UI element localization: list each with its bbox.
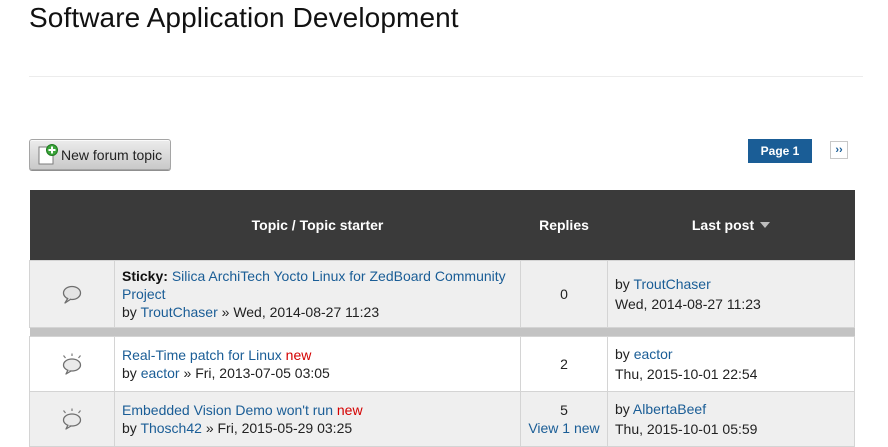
topic-starter-link[interactable]: TroutChaser xyxy=(140,304,217,320)
reply-count: 2 xyxy=(560,356,568,372)
table-row: Real-Time patch for Linux new by eactor … xyxy=(29,336,855,392)
new-forum-topic-button[interactable]: New forum topic xyxy=(29,139,171,170)
topic-date-separator: » xyxy=(183,365,192,381)
topic-created-date: Fri, 2013-07-05 03:05 xyxy=(195,365,330,381)
topic-new-icon xyxy=(62,353,82,375)
table-header-row: Topic / Topic starter Replies Last post xyxy=(29,190,855,261)
header-replies[interactable]: Replies xyxy=(520,190,608,261)
page-title: Software Application Development xyxy=(29,2,459,33)
title-divider xyxy=(29,76,863,77)
topic-starter-prefix: by xyxy=(122,365,137,381)
topic-starter-link[interactable]: eactor xyxy=(141,365,180,381)
header-icon-column xyxy=(29,190,115,261)
sticky-label: Sticky: xyxy=(122,268,168,284)
sticky-separator xyxy=(29,327,855,337)
new-badge: new xyxy=(285,347,312,363)
last-post-prefix: by xyxy=(615,276,630,292)
last-post-date: Thu, 2015-10-01 22:54 xyxy=(615,366,758,382)
table-row: Embedded Vision Demo won't run new by Th… xyxy=(29,391,855,447)
forum-topic-table: Topic / Topic starter Replies Last post … xyxy=(29,190,855,447)
topic-created-date: Fri, 2015-05-29 03:25 xyxy=(217,420,353,436)
topic-title-link[interactable]: Real-Time patch for Linux xyxy=(122,347,282,363)
last-post-user-link[interactable]: eactor xyxy=(634,346,673,362)
topic-created-date: Wed, 2014-08-27 11:23 xyxy=(233,304,380,320)
last-post-date: Wed, 2014-08-27 11:23 xyxy=(615,296,761,312)
last-post-prefix: by xyxy=(615,401,630,417)
last-post-date: Thu, 2015-10-01 05:59 xyxy=(615,421,758,437)
topic-new-icon xyxy=(62,408,82,430)
sort-descending-icon xyxy=(760,222,771,228)
header-last-post[interactable]: Last post xyxy=(607,190,855,261)
topic-starter-prefix: by xyxy=(122,420,137,436)
topic-date-separator: » xyxy=(205,420,214,436)
topic-read-icon xyxy=(62,285,82,304)
header-topic[interactable]: Topic / Topic starter xyxy=(114,190,521,261)
last-post-prefix: by xyxy=(615,346,630,362)
reply-count: 5 xyxy=(560,402,568,418)
table-row: Sticky: Silica ArchiTech Yocto Linux for… xyxy=(29,260,855,328)
new-badge: new xyxy=(336,402,363,418)
reply-count: 0 xyxy=(560,286,568,302)
last-post-user-link[interactable]: AlbertaBeef xyxy=(633,401,706,417)
view-new-replies-link[interactable]: View 1 new xyxy=(528,420,599,436)
last-post-user-link[interactable]: TroutChaser xyxy=(633,276,710,292)
pager-next-button[interactable]: ›› xyxy=(830,141,848,159)
pager-current-page: Page 1 xyxy=(748,139,812,163)
topic-starter-link[interactable]: Thosch42 xyxy=(140,420,201,436)
topic-date-separator: » xyxy=(221,304,230,320)
topic-title-link[interactable]: Silica ArchiTech Yocto Linux for ZedBoar… xyxy=(122,268,506,302)
new-document-icon xyxy=(38,143,58,164)
new-forum-topic-label: New forum topic xyxy=(61,146,163,163)
topic-title-link[interactable]: Embedded Vision Demo won't run xyxy=(122,402,333,418)
topic-starter-prefix: by xyxy=(122,304,137,320)
